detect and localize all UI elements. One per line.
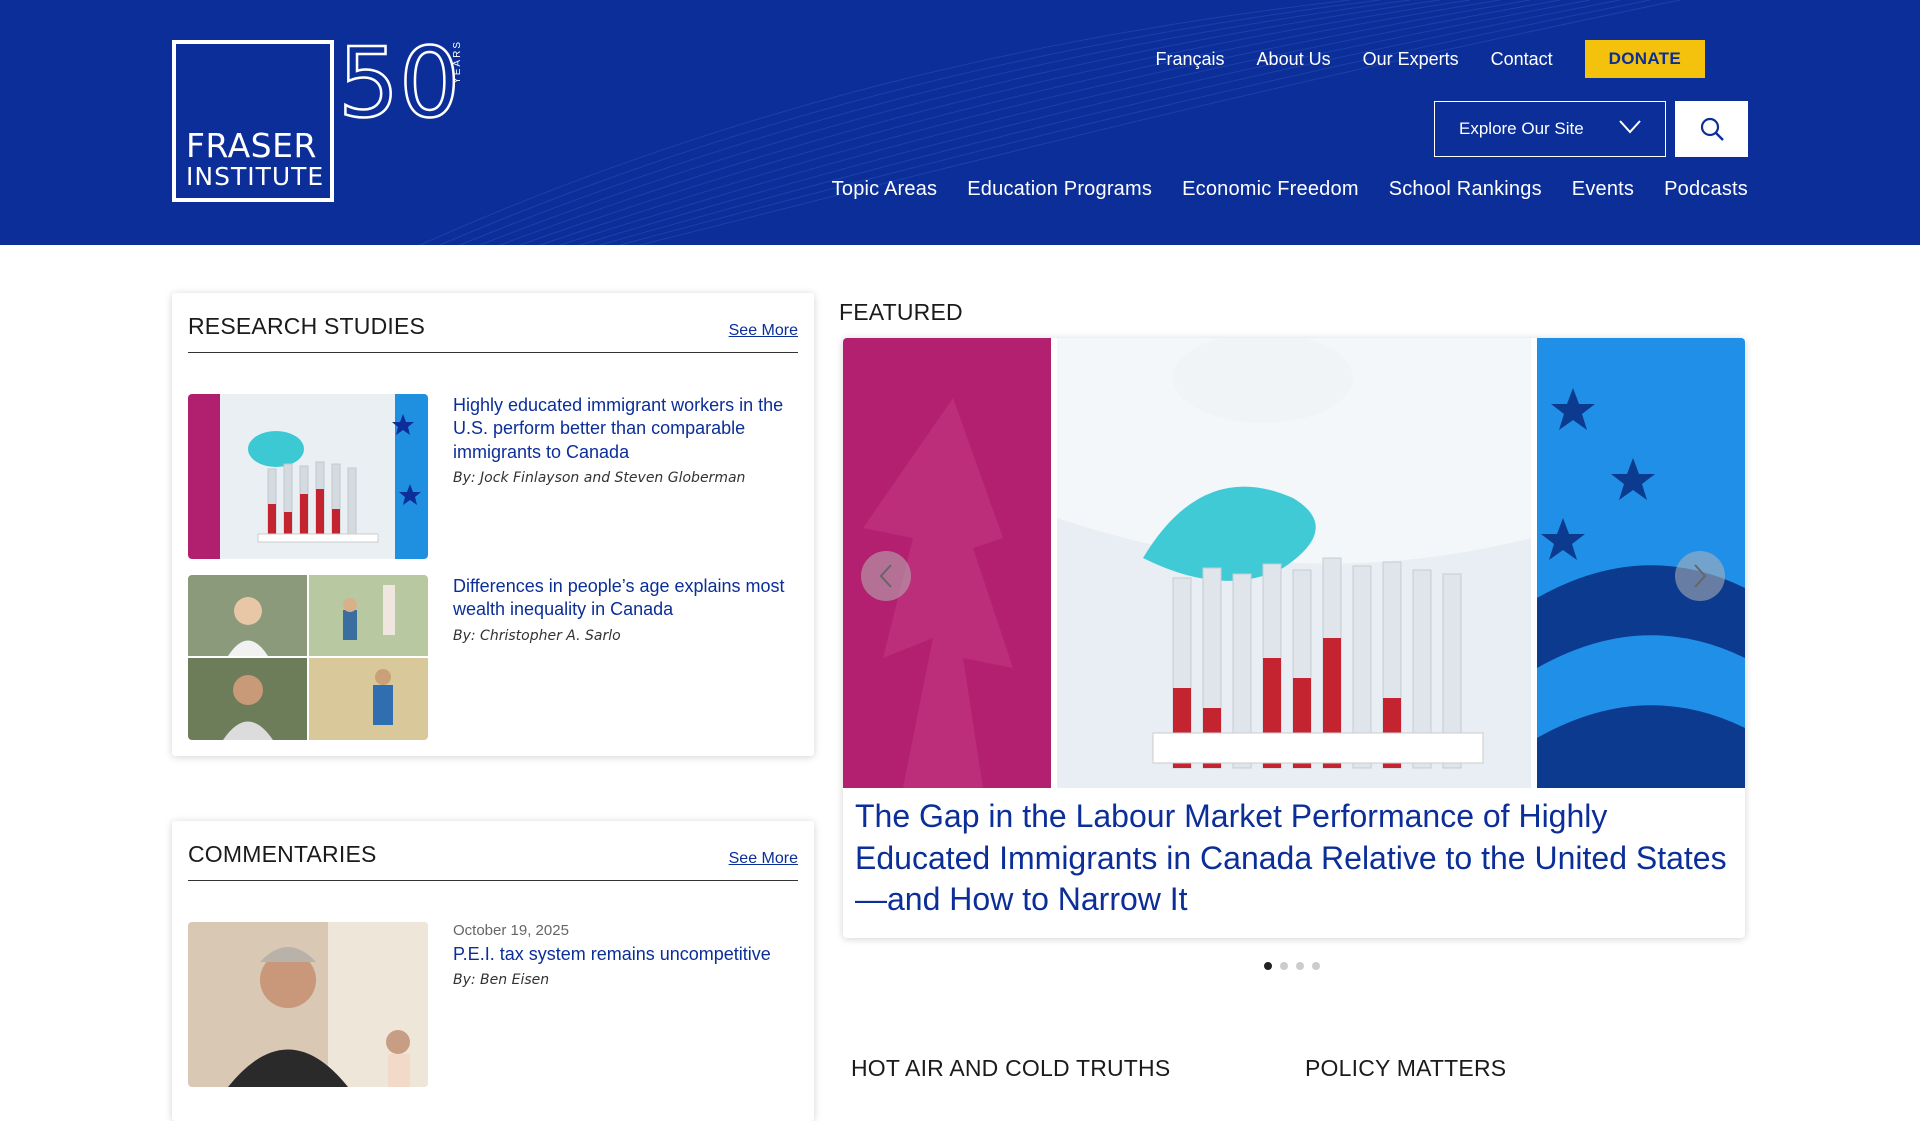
research-item-title[interactable]: Highly educated immigrant workers in the…: [453, 394, 803, 464]
commentary-thumbnail[interactable]: [188, 922, 428, 1087]
anniversary-number: 50: [338, 32, 458, 128]
chevron-right-icon: [1694, 564, 1707, 588]
carousel-dot[interactable]: [1280, 962, 1288, 970]
commentary-item-author: By: Ben Eisen: [453, 972, 550, 989]
explore-site-dropdown[interactable]: Explore Our Site: [1434, 101, 1666, 157]
logo-years-label: YEARS: [452, 40, 463, 84]
explore-label: Explore Our Site: [1459, 119, 1584, 138]
featured-title[interactable]: The Gap in the Labour Market Performance…: [855, 796, 1735, 921]
list-item[interactable]: Differences in people’s age explains mos…: [188, 575, 800, 740]
nav-economic-freedom[interactable]: Economic Freedom: [1182, 178, 1359, 201]
carousel-dot[interactable]: [1264, 962, 1272, 970]
nav-topic-areas[interactable]: Topic Areas: [832, 178, 938, 201]
carousel-next-button[interactable]: [1675, 551, 1725, 601]
commentary-item-title[interactable]: P.E.I. tax system remains uncompetitive: [453, 943, 803, 966]
nav-school-rankings[interactable]: School Rankings: [1389, 178, 1542, 201]
chevron-left-icon: [879, 564, 892, 588]
nav-francais[interactable]: Français: [1156, 49, 1225, 70]
logo-line-1: FRASER: [186, 126, 317, 166]
commentaries-card: COMMENTARIES See More October 19, 2025 P…: [172, 821, 814, 1121]
site-header: FRASER INSTITUTE 50 YEARS Français About…: [0, 0, 1920, 245]
hot-air-cold-truths-heading: HOT AIR AND COLD TRUTHS: [851, 1055, 1171, 1081]
carousel-prev-button[interactable]: [861, 551, 911, 601]
nav-contact[interactable]: Contact: [1491, 49, 1553, 70]
donate-button[interactable]: DONATE: [1584, 40, 1705, 78]
list-item[interactable]: October 19, 2025 P.E.I. tax system remai…: [188, 922, 800, 1087]
featured-label: FEATURED: [839, 299, 963, 325]
research-see-more-link[interactable]: See More: [729, 322, 798, 340]
fraser-institute-logo[interactable]: FRASER INSTITUTE: [172, 40, 334, 202]
research-studies-card: RESEARCH STUDIES See More Highly educate…: [172, 293, 814, 756]
carousel-dots: [1264, 962, 1320, 970]
nav-events[interactable]: Events: [1572, 178, 1634, 201]
research-thumbnail[interactable]: [188, 394, 428, 559]
carousel-dot[interactable]: [1312, 962, 1320, 970]
nav-podcasts[interactable]: Podcasts: [1664, 178, 1748, 201]
card-header: COMMENTARIES See More: [188, 821, 798, 881]
featured-image[interactable]: [843, 338, 1745, 788]
commentaries-title: COMMENTARIES: [188, 841, 377, 867]
utility-nav: Français About Us Our Experts Contact DO…: [1156, 40, 1705, 78]
research-item-author: By: Christopher A. Sarlo: [453, 627, 621, 644]
list-item[interactable]: Highly educated immigrant workers in the…: [188, 394, 800, 559]
featured-carousel-card[interactable]: The Gap in the Labour Market Performance…: [843, 338, 1745, 938]
main-nav: Topic Areas Education Programs Economic …: [832, 178, 1748, 201]
search-button[interactable]: [1675, 101, 1748, 157]
nav-about-us[interactable]: About Us: [1257, 49, 1331, 70]
research-item-title[interactable]: Differences in people’s age explains mos…: [453, 575, 803, 622]
card-header: RESEARCH STUDIES See More: [188, 293, 798, 353]
carousel-dot[interactable]: [1296, 962, 1304, 970]
nav-our-experts[interactable]: Our Experts: [1363, 49, 1459, 70]
research-studies-title: RESEARCH STUDIES: [188, 313, 426, 339]
fifty-years-mark: 50: [338, 32, 458, 128]
chevron-down-icon: [1619, 120, 1641, 134]
commentaries-see-more-link[interactable]: See More: [729, 850, 798, 868]
research-item-author: By: Jock Finlayson and Steven Globerman: [453, 470, 746, 487]
nav-education-programs[interactable]: Education Programs: [967, 178, 1152, 201]
research-thumbnail[interactable]: [188, 575, 428, 740]
search-icon: [1700, 117, 1724, 141]
logo-line-2: INSTITUTE: [186, 161, 325, 191]
policy-matters-heading: POLICY MATTERS: [1305, 1055, 1507, 1081]
commentary-date: October 19, 2025: [453, 922, 569, 939]
